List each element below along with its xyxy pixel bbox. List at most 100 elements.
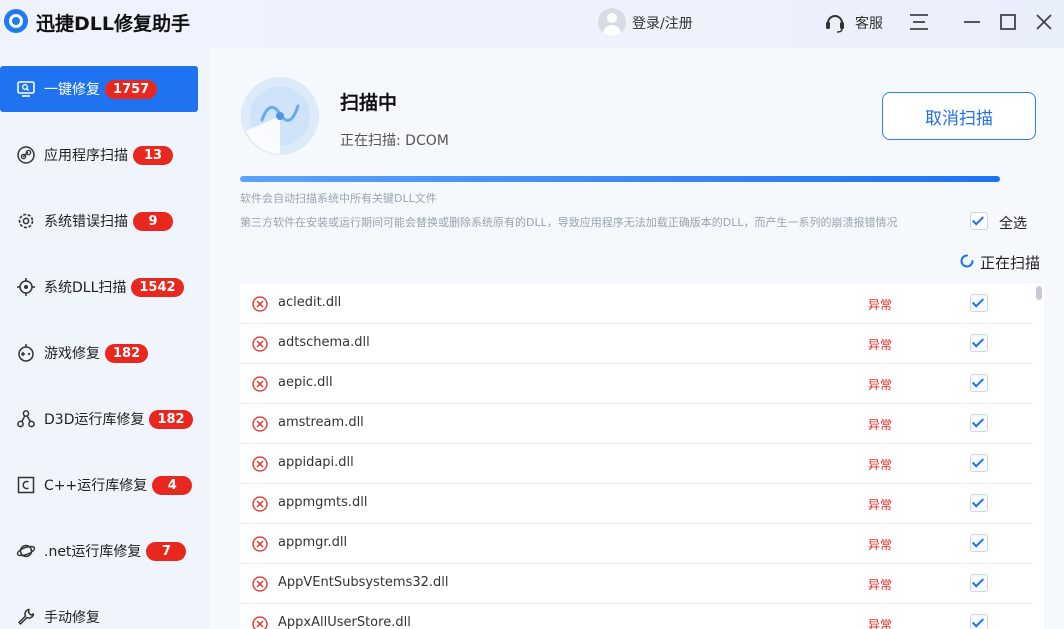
sidebar-item-label: .net运行库修复 (44, 544, 142, 560)
target-icon (17, 278, 35, 296)
row-checkbox[interactable] (970, 294, 988, 312)
status-badge: 异常 (868, 298, 893, 312)
table-row[interactable]: appmgr.dll 异常 (240, 524, 1034, 564)
gamepad-icon (18, 344, 34, 362)
table-row[interactable]: AppxAllUserStore.dll 异常 (240, 604, 1034, 629)
row-checkbox[interactable] (970, 374, 988, 392)
dll-name: AppVEntSubsystems32.dll (278, 575, 449, 590)
dll-name: appmgmts.dll (278, 495, 368, 510)
sidebar-item-label: 一键修复 (44, 82, 100, 98)
hint-text-1: 软件会自动扫描系统中所有关键DLL文件 (240, 192, 437, 205)
select-all-checkbox[interactable] (970, 212, 988, 230)
check-icon (971, 535, 985, 548)
sidebar-item-manual-repair[interactable]: 手动修复 (0, 594, 198, 629)
wrench-icon (18, 608, 35, 625)
check-icon (971, 213, 985, 226)
main-panel: 扫描中 正在扫描: DCOM 取消扫描 软件会自动扫描系统中所有关键DLL文件 … (210, 48, 1064, 629)
dll-name: AppxAllUserStore.dll (278, 615, 411, 629)
dll-list: AppxAllUserStore.dll 异常 AppVEntSubsystems3… (240, 284, 1044, 629)
check-icon (971, 615, 985, 628)
sidebar-item-label: C++运行库修复 (44, 478, 148, 494)
customer-service-link[interactable]: 客服 (855, 13, 883, 33)
status-badge: 异常 (868, 418, 893, 432)
select-all-label: 全选 (999, 216, 1027, 232)
check-icon (971, 455, 985, 468)
sidebar-item-label: 游戏修复 (44, 346, 100, 362)
scrollbar-thumb[interactable] (1036, 286, 1042, 300)
scan-status-text: 正在扫描: DCOM (340, 133, 449, 149)
row-checkbox[interactable] (970, 334, 988, 352)
count-badge: 182 (149, 409, 193, 429)
sidebar-item-app-scan[interactable]: 应用程序扫描 13 (0, 132, 198, 178)
sidebar-item-cpp-repair[interactable]: C++运行库修复 4 (0, 462, 198, 508)
table-row[interactable]: AppVEntSubsystems32.dll 异常 (240, 564, 1034, 604)
table-row[interactable]: aepic.dll 异常 (240, 364, 1034, 404)
nodes-icon (17, 410, 35, 428)
scan-title: 扫描中 (340, 92, 398, 114)
row-checkbox[interactable] (970, 454, 988, 472)
menu-icon[interactable] (908, 12, 930, 32)
sidebar-item-label: D3D运行库修复 (44, 412, 145, 428)
sidebar-item-label: 手动修复 (44, 610, 100, 626)
table-row[interactable]: appmgmts.dll 异常 (240, 484, 1034, 524)
row-checkbox[interactable] (970, 414, 988, 432)
count-badge: 9 (133, 211, 173, 231)
row-checkbox[interactable] (970, 494, 988, 512)
scan-progress-bar (240, 176, 1000, 182)
close-icon[interactable] (1034, 12, 1054, 32)
dll-name: appmgr.dll (278, 535, 348, 550)
scanning-status-label: 正在扫描 (980, 254, 1041, 272)
sidebar-item-game-repair[interactable]: 游戏修复 182 (0, 330, 198, 376)
count-badge: 13 (133, 145, 173, 165)
error-icon (252, 416, 268, 432)
minimize-icon[interactable] (962, 12, 982, 32)
planet-icon (16, 544, 36, 558)
status-badge: 异常 (868, 578, 893, 592)
error-icon (252, 616, 268, 629)
count-badge: 182 (105, 343, 149, 363)
link-icon (17, 146, 35, 164)
sidebar-item-dotnet-repair[interactable]: .net运行库修复 7 (0, 528, 198, 574)
table-row[interactable]: appidapi.dll 异常 (240, 444, 1034, 484)
dll-name: amstream.dll (278, 415, 364, 430)
login-register-link[interactable]: 登录/注册 (632, 13, 693, 33)
row-checkbox[interactable] (970, 534, 988, 552)
sidebar: 一键修复 1757 应用程序扫描 13 系统错误扫描 9 系统DLL扫描 154… (0, 48, 210, 629)
gear-icon (18, 213, 34, 229)
sidebar-item-one-click-repair[interactable]: 一键修复 1757 (0, 66, 198, 112)
app-title: 迅捷DLL修复助手 (36, 13, 190, 35)
loading-spinner-icon (960, 254, 974, 268)
error-icon (252, 296, 268, 312)
cancel-scan-button[interactable]: 取消扫描 (882, 92, 1036, 140)
error-icon (252, 576, 268, 592)
error-icon (252, 376, 268, 392)
status-badge: 异常 (868, 618, 893, 629)
count-badge: 1542 (131, 277, 184, 297)
sidebar-item-system-error-scan[interactable]: 系统错误扫描 9 (0, 198, 198, 244)
scan-progress-fill (240, 176, 1000, 182)
check-icon (971, 415, 985, 428)
status-badge: 异常 (868, 498, 893, 512)
sidebar-item-label: 应用程序扫描 (44, 148, 128, 164)
sidebar-item-system-dll-scan[interactable]: 系统DLL扫描 1542 (0, 264, 198, 310)
sidebar-item-label: 系统DLL扫描 (44, 280, 127, 296)
row-checkbox[interactable] (970, 574, 988, 592)
scan-radar-icon (241, 77, 319, 155)
status-badge: 异常 (868, 338, 893, 352)
monitor-icon (17, 81, 35, 97)
headset-icon[interactable] (824, 11, 846, 33)
maximize-icon[interactable] (998, 12, 1018, 32)
user-avatar-icon[interactable] (598, 8, 626, 36)
table-row[interactable]: adtschema.dll 异常 (240, 324, 1034, 364)
row-checkbox[interactable] (970, 614, 988, 629)
check-icon (971, 295, 985, 308)
table-row[interactable]: acledit.dll 异常 (240, 284, 1034, 324)
table-row[interactable]: amstream.dll 异常 (240, 404, 1034, 444)
count-badge: 1757 (105, 79, 158, 99)
check-icon (971, 575, 985, 588)
sidebar-item-d3d-repair[interactable]: D3D运行库修复 182 (0, 396, 198, 442)
check-icon (971, 335, 985, 348)
sidebar-item-label: 系统错误扫描 (44, 214, 128, 230)
dll-name: adtschema.dll (278, 335, 370, 350)
error-icon (252, 496, 268, 512)
